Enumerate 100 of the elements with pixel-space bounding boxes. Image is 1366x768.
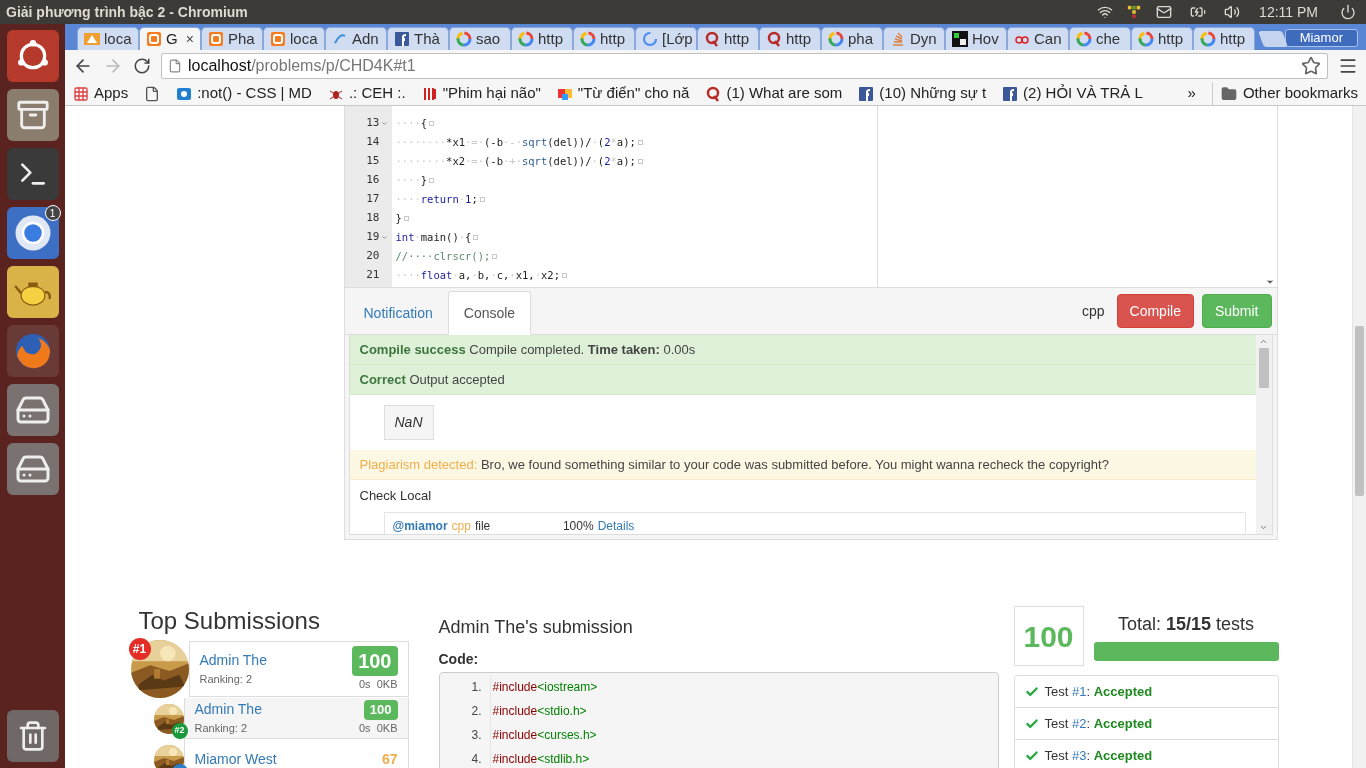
console-tab[interactable]: Console bbox=[447, 291, 532, 335]
clock[interactable]: 12:11 PM bbox=[1259, 1, 1318, 23]
other-bookmarks[interactable]: Other bookmarks bbox=[1211, 82, 1358, 105]
bookmark[interactable]: Apps bbox=[73, 82, 129, 105]
ranking-text: Ranking: 2 bbox=[199, 672, 254, 688]
code-label: Code: bbox=[438, 650, 480, 669]
dash-icon[interactable] bbox=[6, 30, 59, 82]
language-tag: cpp bbox=[451, 516, 471, 534]
teapot-icon[interactable] bbox=[6, 266, 59, 318]
scroll-thumb[interactable] bbox=[1258, 348, 1269, 388]
scroll-down-icon[interactable] bbox=[1259, 523, 1268, 532]
tab-title: Dyn bbox=[910, 28, 937, 49]
bookmark[interactable]: :not() - CSS | MD bbox=[176, 82, 312, 105]
scroll-down-icon[interactable] bbox=[1264, 277, 1275, 287]
line-number: 16 bbox=[366, 172, 380, 189]
action-button[interactable]: Compile bbox=[1116, 294, 1194, 328]
line-number: 13 bbox=[366, 115, 380, 132]
power-icon[interactable] bbox=[1340, 4, 1356, 20]
browser-tab[interactable]: Dyn bbox=[883, 27, 945, 50]
bookmark-star-icon[interactable] bbox=[1301, 56, 1321, 76]
browser-tab[interactable]: loca bbox=[77, 27, 139, 50]
submission-card[interactable]: Admin The Ranking: 2 100 0s 0KB bbox=[188, 641, 409, 697]
browser-tab[interactable]: Pha bbox=[201, 27, 263, 50]
browser-tab[interactable]: Thà bbox=[387, 27, 449, 50]
wifi-icon[interactable] bbox=[1097, 4, 1114, 20]
page-icon[interactable] bbox=[144, 85, 161, 102]
reload-button[interactable] bbox=[133, 57, 151, 75]
scroll-up-icon[interactable] bbox=[1259, 337, 1268, 346]
details-link[interactable]: Details bbox=[597, 516, 635, 534]
browser-tab[interactable]: pha bbox=[821, 27, 883, 50]
bookmark[interactable]: (1) What are som bbox=[705, 82, 843, 105]
mail-icon[interactable] bbox=[1155, 4, 1174, 20]
browser-tab[interactable]: sao bbox=[449, 27, 511, 50]
browser-icon[interactable] bbox=[6, 207, 59, 259]
similarity-percent: 100% bbox=[562, 517, 594, 534]
browser-tab[interactable]: http bbox=[573, 27, 635, 50]
browser-tab[interactable]: [Lớp bbox=[635, 27, 697, 50]
browser-tab[interactable]: http bbox=[1131, 27, 1193, 50]
menu-icon[interactable] bbox=[1338, 56, 1358, 76]
browser-tab[interactable]: Hov bbox=[945, 27, 1007, 50]
close-icon[interactable]: × bbox=[185, 28, 194, 50]
line-number: 3. bbox=[470, 727, 483, 744]
tab-title: Thà bbox=[414, 28, 440, 49]
user-name[interactable]: Admin The bbox=[199, 650, 267, 672]
submission-card[interactable]: Admin The Ranking: 2 100 0s 0KB bbox=[183, 698, 409, 739]
browser-tab[interactable]: http bbox=[1193, 27, 1255, 50]
tab-title: http bbox=[1158, 28, 1184, 49]
more-bookmarks-button[interactable]: » bbox=[1187, 82, 1196, 105]
line-number: 18 bbox=[366, 210, 380, 227]
console-tab[interactable]: Notification bbox=[348, 291, 448, 335]
address-bar[interactable]: localhost/problems/p/CHD4K#t1 bbox=[161, 53, 1328, 79]
time-memory-text: 0s 0KB bbox=[358, 676, 398, 692]
logo-icon bbox=[766, 31, 782, 47]
line-number: 1. bbox=[470, 679, 483, 696]
profile-button[interactable]: Miamor bbox=[1284, 29, 1358, 47]
code-line: int·main()·{ bbox=[395, 229, 472, 245]
terminal-icon[interactable] bbox=[6, 148, 59, 200]
bookmark[interactable]: .: CEH :. bbox=[327, 82, 406, 105]
logo-icon bbox=[580, 31, 596, 47]
submission-card[interactable]: Miamor West 67 bbox=[183, 739, 409, 768]
browser-tab[interactable]: Can bbox=[1007, 27, 1069, 50]
bookmark[interactable]: "Từ điển" cho nă bbox=[556, 82, 690, 105]
user-name[interactable]: Admin The bbox=[194, 699, 262, 721]
drawer-icon[interactable] bbox=[6, 89, 59, 141]
scrollbar[interactable] bbox=[1255, 335, 1272, 534]
rank-badge: #1 bbox=[128, 638, 151, 660]
globe-icon[interactable] bbox=[6, 325, 59, 377]
tab-title: pha bbox=[848, 28, 874, 49]
browser-tab[interactable]: Adn bbox=[325, 27, 387, 50]
scroll-thumb[interactable] bbox=[1355, 326, 1364, 496]
code-line: ····{ bbox=[395, 115, 428, 131]
app-indicator-icon[interactable] bbox=[1127, 5, 1142, 19]
score-text: 67 bbox=[381, 749, 398, 768]
section-heading: Top Submissions bbox=[138, 606, 321, 636]
user-name[interactable]: Miamor West bbox=[194, 748, 277, 768]
browser-tab[interactable]: loca bbox=[263, 27, 325, 50]
code-line: ········*x1·=·(-b·-·sqrt(del))/·(2*a); bbox=[395, 134, 636, 150]
code-line: ····return·1; bbox=[395, 191, 478, 207]
code-line: #include<curses.h> bbox=[489, 723, 597, 747]
logo-icon bbox=[270, 31, 286, 47]
trash-icon[interactable] bbox=[6, 710, 59, 762]
file-label: file bbox=[474, 517, 492, 534]
score-badge: 100 bbox=[363, 700, 398, 720]
browser-tab[interactable]: che bbox=[1069, 27, 1131, 50]
user-link[interactable]: @miamor bbox=[392, 516, 448, 534]
bookmark[interactable]: (2) HỎI VÀ TRẢ L bbox=[1002, 82, 1143, 105]
window-title: Giải phương trình bậc 2 - Chromium bbox=[6, 2, 248, 22]
volume-icon[interactable] bbox=[1223, 4, 1242, 20]
browser-tab[interactable]: http bbox=[697, 27, 759, 50]
drive-icon[interactable] bbox=[6, 384, 59, 436]
bookmark[interactable]: "Phim hại não" bbox=[421, 82, 541, 105]
browser-tab[interactable]: http bbox=[511, 27, 573, 50]
drive-icon[interactable] bbox=[6, 443, 59, 495]
bookmark[interactable]: (10) Những sự t bbox=[858, 82, 987, 105]
page-scrollbar[interactable] bbox=[1352, 106, 1366, 768]
browser-tab[interactable]: G × bbox=[139, 27, 201, 50]
score-badge: 100 bbox=[352, 645, 398, 676]
browser-tab[interactable]: http bbox=[759, 27, 821, 50]
new-tab-button[interactable] bbox=[1258, 31, 1288, 47]
tab-title: che bbox=[1096, 28, 1121, 49]
